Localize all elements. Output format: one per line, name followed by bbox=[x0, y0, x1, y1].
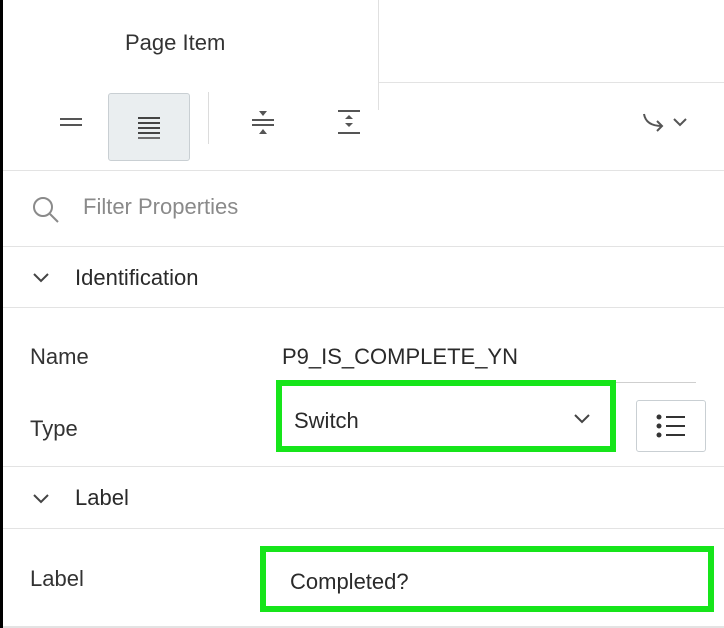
property-toolbar bbox=[3, 82, 724, 171]
type-list-button[interactable] bbox=[636, 400, 706, 452]
list-icon bbox=[656, 414, 685, 438]
search-icon bbox=[33, 197, 59, 223]
show-all-icon bbox=[138, 117, 160, 139]
go-to-group-button[interactable] bbox=[631, 96, 701, 148]
go-to-group-icon bbox=[643, 113, 687, 132]
label-section-header[interactable]: Label bbox=[3, 467, 724, 529]
show-all-button[interactable] bbox=[108, 93, 190, 161]
tab-page-item-label: Page Item bbox=[125, 30, 226, 55]
type-select-value: Switch bbox=[294, 408, 359, 433]
chevron-down-icon bbox=[33, 273, 49, 283]
tab-bar-empty-area bbox=[379, 0, 724, 83]
name-label: Name bbox=[30, 344, 89, 369]
label-section-title: Label bbox=[75, 485, 129, 510]
filter-properties-bar bbox=[3, 171, 724, 247]
expand-all-icon bbox=[338, 110, 360, 134]
expand-all-button[interactable] bbox=[321, 96, 377, 148]
collapse-all-icon bbox=[252, 111, 274, 134]
chevron-down-icon bbox=[574, 414, 590, 424]
toolbar-separator bbox=[208, 92, 209, 144]
chevron-down-icon bbox=[33, 494, 49, 504]
show-common-button[interactable] bbox=[43, 96, 99, 148]
label-input-box bbox=[260, 546, 714, 612]
show-common-icon bbox=[60, 118, 82, 126]
label-input[interactable] bbox=[288, 568, 692, 596]
type-label: Type bbox=[30, 416, 78, 441]
identification-section-title: Identification bbox=[75, 265, 199, 290]
collapse-all-button[interactable] bbox=[235, 96, 291, 148]
type-select[interactable]: Switch bbox=[276, 380, 616, 452]
filter-properties-input[interactable] bbox=[81, 193, 485, 221]
label-field-label: Label bbox=[30, 566, 84, 591]
identification-section-header[interactable]: Identification bbox=[3, 247, 724, 308]
name-value[interactable]: P9_IS_COMPLETE_YN bbox=[282, 344, 518, 370]
